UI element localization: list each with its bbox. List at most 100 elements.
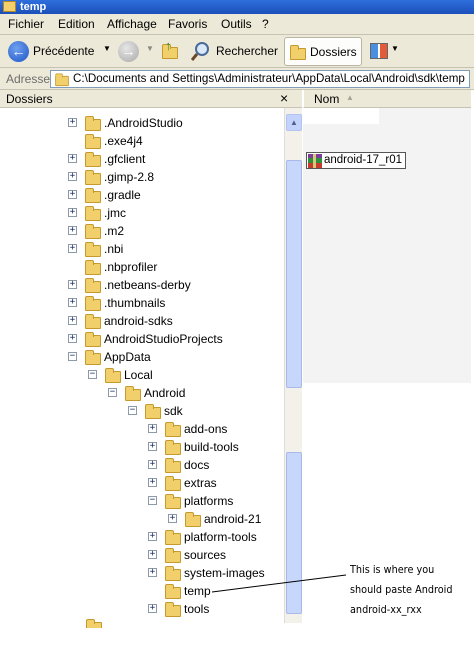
menu-bar: Fichier Edition Affichage Favoris Outils… [0, 14, 474, 35]
folders-label: Dossiers [310, 45, 357, 59]
folder-icon [85, 278, 101, 293]
annotation-line: android-xx_rxx [350, 603, 422, 616]
tree-item-label: tools [184, 602, 210, 616]
search-label: Rechercher [216, 44, 279, 58]
folder-open-icon [145, 404, 161, 419]
folders-panel-header: Dossiers × [0, 90, 302, 108]
scroll-up-button[interactable]: ▲ [286, 114, 302, 131]
folder-open-icon [125, 386, 141, 401]
tree-item-label: AppData [104, 350, 151, 364]
folder-icon [185, 512, 201, 527]
sort-ascending-icon: ▲ [346, 93, 354, 102]
collapse-icon[interactable]: − [88, 370, 97, 379]
tree-item-label: .gimp-2.8 [104, 170, 155, 184]
menu-edition[interactable]: Edition [58, 17, 95, 31]
up-folder-button[interactable]: ↑ [158, 38, 182, 64]
tree-item-label: Local [124, 368, 153, 382]
menu-favoris[interactable]: Favoris [168, 17, 207, 31]
tree-item-label: AndroidStudioProjects [104, 332, 223, 346]
expand-icon[interactable]: + [148, 532, 157, 541]
folder-icon [165, 530, 181, 545]
search-icon [191, 42, 209, 61]
tree-item-label: docs [184, 458, 210, 472]
chevron-down-icon: ▼ [146, 44, 154, 53]
annotation-note: This is where you should paste Android a… [350, 560, 456, 620]
folders-button[interactable]: Dossiers [284, 37, 362, 66]
archive-icon [308, 154, 322, 168]
tree-item-label: .m2 [104, 224, 125, 238]
expand-icon[interactable]: + [148, 478, 157, 487]
file-item[interactable]: android-17_r01 [306, 152, 406, 169]
collapse-icon[interactable]: − [68, 352, 77, 361]
tree-item-label: android-sdks [104, 314, 173, 328]
expand-icon[interactable]: + [148, 604, 157, 613]
folder-icon [85, 134, 101, 149]
tree-scrollbar[interactable]: ▲ [284, 108, 302, 623]
expand-icon[interactable]: + [168, 514, 177, 523]
expand-icon[interactable]: + [148, 460, 157, 469]
folder-icon [165, 548, 181, 563]
window-title: temp [20, 1, 47, 13]
address-input[interactable]: C:\Documents and Settings\Administrateur… [50, 70, 470, 88]
folders-panel-title: Dossiers [6, 92, 53, 106]
collapse-icon[interactable]: − [148, 496, 157, 505]
back-button[interactable]: ← Précédente ▼ [4, 39, 112, 64]
folder-icon [165, 566, 181, 581]
expand-icon[interactable]: + [68, 208, 77, 217]
column-name-header[interactable]: Nom [314, 92, 339, 106]
forward-button[interactable]: → ▼ [116, 39, 154, 64]
folder-icon [3, 1, 16, 12]
expand-icon[interactable]: + [148, 424, 157, 433]
expand-icon[interactable]: + [68, 172, 77, 181]
views-button[interactable]: ▼ [368, 41, 400, 63]
folder-icon [55, 73, 69, 87]
tree-item-label: .exe4j4 [104, 134, 143, 148]
expand-icon[interactable]: + [68, 118, 77, 127]
expand-icon[interactable]: + [68, 154, 77, 163]
tree-item-label: platform-tools [184, 530, 257, 544]
scroll-thumb-lower[interactable] [286, 452, 302, 614]
search-button[interactable]: Rechercher [188, 39, 280, 64]
folder-icon [85, 188, 101, 203]
tree-item-label: .nbprofiler [104, 260, 158, 274]
back-label: Précédente [33, 44, 95, 58]
close-icon[interactable]: × [280, 90, 288, 106]
folder-icon [86, 619, 102, 628]
tree-item-label: .thumbnails [104, 296, 166, 310]
expand-icon[interactable]: + [68, 298, 77, 307]
folder-icon [85, 314, 101, 329]
tree-item-label: temp [184, 582, 211, 600]
expand-icon[interactable]: + [68, 280, 77, 289]
expand-icon[interactable]: + [68, 316, 77, 325]
folder-tree: + .AndroidStudio .exe4j4 + .gfclient + .… [0, 108, 284, 628]
expand-icon[interactable]: + [68, 190, 77, 199]
toolbar: ← Précédente ▼ → ▼ ↑ Rechercher Dossiers… [0, 35, 474, 68]
tree-item-label: sdk [164, 404, 183, 418]
file-list: android-17_r01 [303, 108, 471, 383]
menu-help[interactable]: ? [262, 17, 269, 31]
scroll-thumb[interactable] [286, 160, 302, 388]
folder-open-icon [165, 584, 181, 599]
tree-item-label: add-ons [184, 422, 228, 436]
folder-icon [85, 260, 101, 275]
expand-icon[interactable]: + [148, 442, 157, 451]
folder-icon [165, 476, 181, 491]
expand-icon[interactable]: + [148, 568, 157, 577]
folder-icon [85, 116, 101, 131]
chevron-down-icon: ▼ [391, 44, 399, 53]
menu-outils[interactable]: Outils [221, 17, 252, 31]
collapse-icon[interactable]: − [128, 406, 137, 415]
expand-icon[interactable]: + [68, 244, 77, 253]
expand-icon[interactable]: + [148, 550, 157, 559]
tree-item-label: platforms [184, 494, 234, 508]
forward-arrow-icon: → [118, 41, 139, 62]
folder-icon [85, 170, 101, 185]
expand-icon[interactable]: + [68, 226, 77, 235]
folder-icon [85, 296, 101, 311]
annotation-line: should paste Android [350, 583, 453, 596]
collapse-icon[interactable]: − [108, 388, 117, 397]
menu-fichier[interactable]: Fichier [8, 17, 44, 31]
folder-icon [85, 152, 101, 167]
menu-affichage[interactable]: Affichage [107, 17, 157, 31]
expand-icon[interactable]: + [68, 334, 77, 343]
